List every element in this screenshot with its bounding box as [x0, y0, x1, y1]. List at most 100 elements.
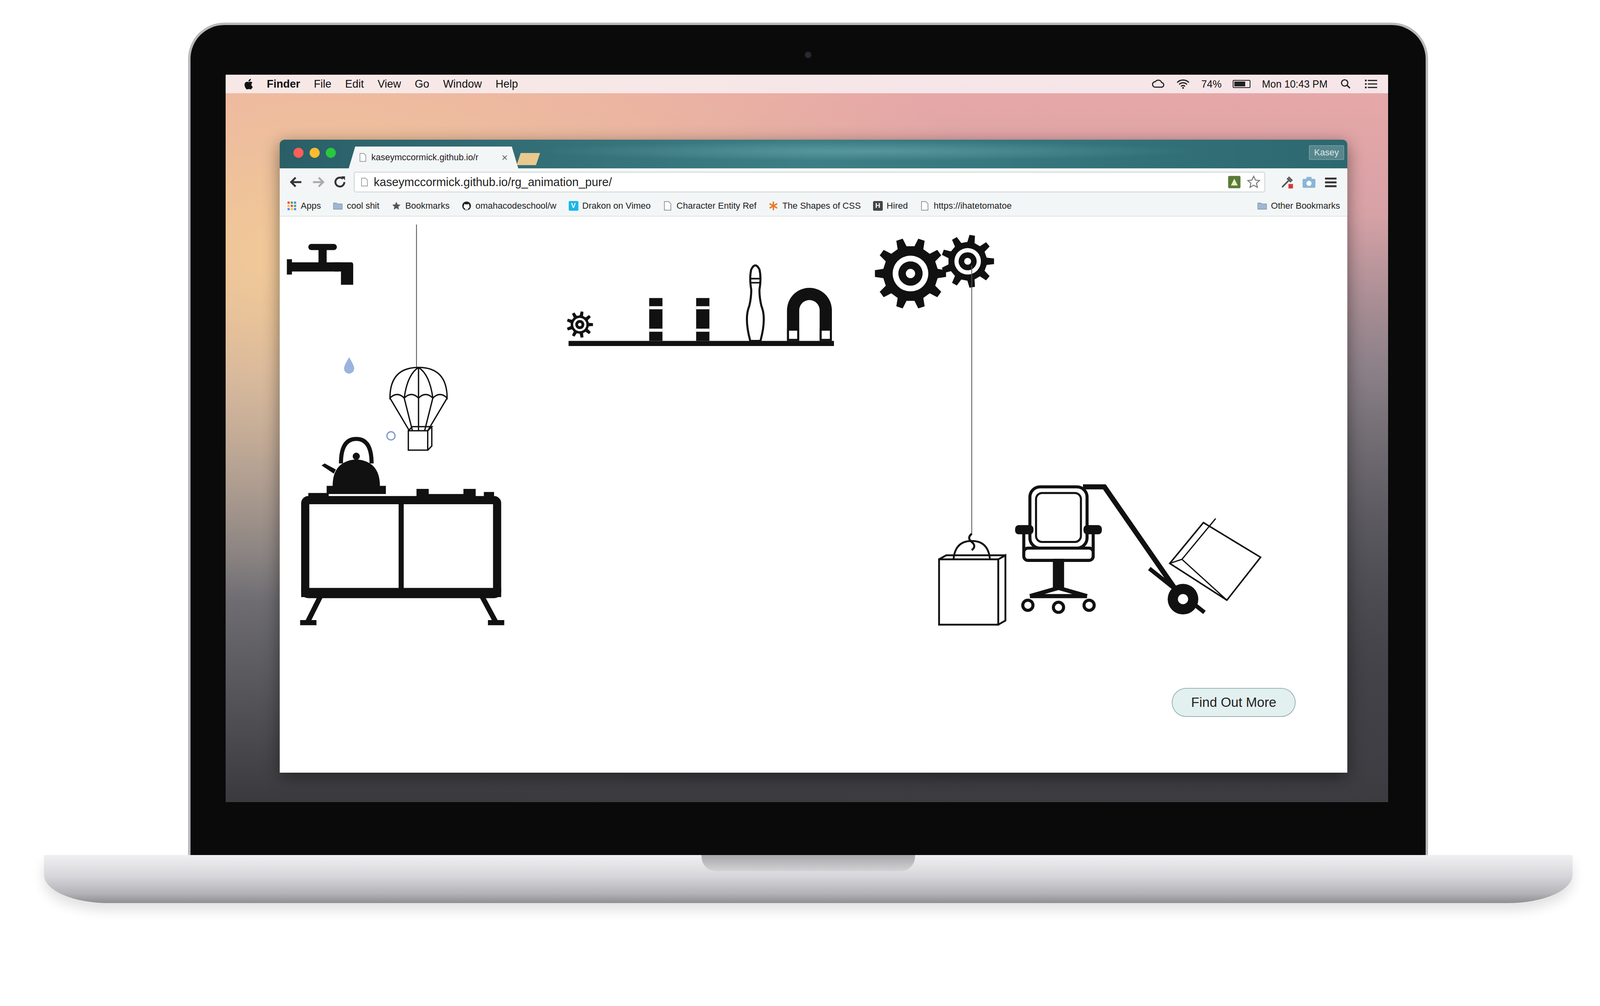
browser-tab[interactable]: kaseymccormick.github.io/r × [348, 146, 519, 169]
hand-truck-icon [1082, 486, 1261, 615]
new-tab-button[interactable] [516, 152, 541, 166]
bookmark-label: Hired [886, 200, 909, 212]
find-out-more-button[interactable]: Find Out More [1171, 687, 1296, 717]
apple-icon[interactable] [243, 78, 254, 91]
bookmark-label: https://ihatetomatoe [933, 200, 1012, 212]
battery-reading: 74% [1201, 78, 1222, 91]
reload-icon[interactable] [332, 174, 348, 190]
star-icon[interactable] [1246, 175, 1261, 189]
github-icon [461, 201, 472, 211]
page-content: Find Out More [279, 216, 1348, 773]
folder-icon [1257, 201, 1268, 211]
tab-close-button[interactable]: × [501, 151, 508, 164]
address-bar[interactable]: kaseymccormick.github.io/rg_animation_pu… [353, 171, 1265, 193]
bookmark[interactable]: HHired [873, 200, 909, 212]
bubble-icon [387, 431, 396, 440]
menu-item[interactable]: View [377, 77, 402, 91]
creative-cloud-icon[interactable] [1151, 78, 1165, 90]
hired-icon: H [873, 201, 883, 211]
menu-bar: Finder File Edit View Go Window Help 74% Mon 10:… [225, 74, 1389, 94]
gear-icon [567, 311, 594, 338]
bookmark[interactable]: https://ihatetomatoe [919, 200, 1012, 212]
bookmark[interactable]: Apps [286, 200, 321, 212]
shopping-bag-icon [939, 540, 1006, 625]
apps-grid-icon [286, 201, 297, 211]
page-icon [662, 201, 673, 211]
laptop-base [43, 854, 1573, 903]
window-controls [293, 147, 336, 158]
lid-notch [701, 854, 916, 872]
camera-icon [804, 51, 812, 59]
screen: Finder File Edit View Go Window Help 74% Mon 10:… [225, 74, 1389, 803]
gear-icon [942, 234, 995, 288]
profile-button[interactable]: Kasey [1308, 145, 1345, 160]
menu-item[interactable]: Go [414, 77, 430, 91]
page-icon [359, 152, 367, 162]
bookmark-label: Apps [300, 200, 321, 212]
books-icon [649, 297, 710, 341]
wifi-icon[interactable] [1176, 78, 1190, 90]
menu-bar-left: Finder File Edit View Go Window Help [243, 77, 518, 91]
eyedropper-icon[interactable] [1279, 174, 1295, 190]
kettle-icon [321, 438, 381, 490]
bookmark-label: Drakon on Vimeo [582, 200, 652, 212]
notification-list-icon[interactable] [1363, 78, 1378, 90]
gear-icon [875, 238, 947, 309]
laptop: Finder File Edit View Go Window Help 74% Mon 10:… [16, 22, 1600, 903]
other-bookmarks[interactable]: Other Bookmarks [1257, 200, 1341, 212]
magnet-icon [787, 287, 832, 341]
menu-item[interactable]: Edit [345, 77, 365, 91]
bookmark[interactable]: Bookmarks [391, 200, 450, 212]
menu-item[interactable]: Help [495, 77, 519, 91]
page-icon [919, 201, 930, 211]
parachute-icon [389, 367, 448, 451]
string-line [416, 224, 417, 370]
bookmark-label: omahacodeschool/w [475, 200, 557, 212]
bookmark-label: Other Bookmarks [1271, 200, 1341, 212]
close-window-icon[interactable] [293, 147, 304, 158]
bookmark[interactable]: cool shit [332, 200, 380, 212]
page: Finder File Edit View Go Window Help 74% Mon 10:… [0, 0, 1600, 1006]
tab-title: kaseymccormick.github.io/r [371, 152, 497, 163]
water-drop-icon [343, 357, 354, 374]
bookmarks-bar: Apps cool shit Bookmarks omahacodeschool/w V… [279, 195, 1348, 217]
bookmark-label: cool shit [346, 200, 380, 212]
bookmark-label: Bookmarks [405, 200, 450, 212]
menu-item[interactable]: Window [443, 77, 482, 91]
string-line [971, 265, 972, 535]
asterisk-icon [768, 201, 779, 211]
app-menu[interactable]: Finder [266, 77, 301, 91]
url-text: kaseymccormick.github.io/rg_animation_pu… [373, 175, 1222, 189]
toolbar: kaseymccormick.github.io/rg_animation_pu… [279, 168, 1348, 196]
tab-strip: kaseymccormick.github.io/r × Kasey [279, 139, 1348, 169]
menu-item[interactable]: File [314, 77, 332, 91]
stove-icon [300, 485, 505, 623]
forward-arrow-icon[interactable] [310, 174, 326, 190]
folder-icon [332, 201, 343, 211]
vimeo-icon: V [568, 201, 579, 211]
bookmark[interactable]: The Shapes of CSS [768, 200, 861, 212]
browser-window: kaseymccormick.github.io/r×Kaseykaseymcc… [279, 139, 1348, 773]
battery-icon[interactable] [1232, 79, 1251, 88]
bookmark[interactable]: VDrakon on Vimeo [568, 200, 652, 212]
page-icon [360, 177, 369, 187]
desktop: kaseymccormick.github.io/r×Kaseykaseymcc… [225, 93, 1389, 803]
bookmark-label: The Shapes of CSS [782, 200, 861, 212]
menu-icon[interactable] [1323, 174, 1339, 190]
bookmark[interactable]: Character Entity Ref [662, 200, 757, 212]
faucet-icon [286, 243, 354, 285]
back-arrow-icon[interactable] [288, 174, 304, 190]
camera-icon[interactable] [1301, 174, 1317, 190]
clock[interactable]: Mon 10:43 PM [1261, 78, 1328, 91]
search-icon[interactable] [1338, 78, 1353, 90]
zoom-window-icon[interactable] [325, 147, 336, 158]
office-chair-icon [1016, 486, 1101, 613]
bookmark-label: Character Entity Ref [676, 200, 757, 212]
hook-icon [969, 533, 975, 550]
extension-icon[interactable] [1227, 175, 1242, 189]
minimize-window-icon[interactable] [309, 147, 320, 158]
bookmark[interactable]: omahacodeschool/w [461, 200, 557, 212]
shelf [568, 340, 834, 346]
star-icon [391, 201, 402, 211]
laptop-lid: Finder File Edit View Go Window Help 74% Mon 10:… [188, 22, 1429, 855]
